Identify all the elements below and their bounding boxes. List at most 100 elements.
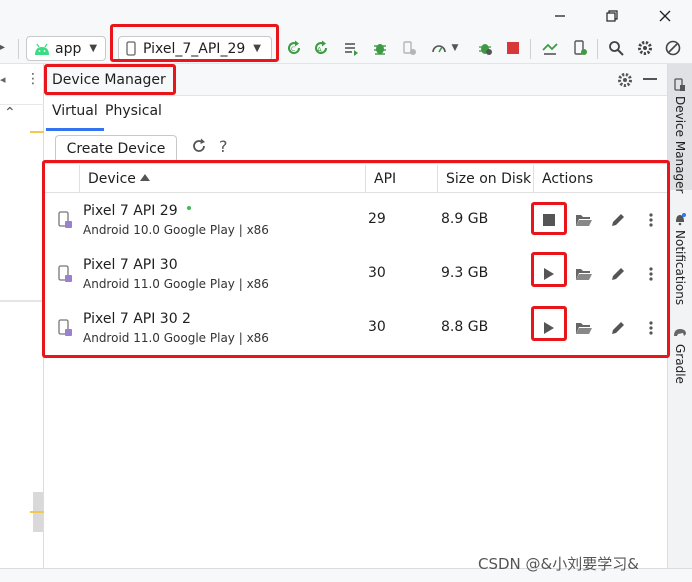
edit-device-button[interactable] [606,208,630,232]
tab-physical[interactable]: Physical [99,103,168,131]
device-type-tabs: Virtual Physical [45,97,667,131]
tool-tab-label: Device Manager [673,96,687,194]
close-window-icon[interactable] [654,6,676,26]
stop-icon[interactable] [503,38,523,58]
device-selector-label: Pixel_7_API_29 [143,40,246,57]
pencil-icon [612,268,624,280]
column-header-actions: Actions [542,171,594,187]
panel-settings-gear-icon[interactable] [615,70,635,90]
device-size: 8.9 GB [441,211,489,227]
column-divider [533,165,534,192]
column-divider [365,165,366,192]
run-list-icon[interactable] [341,38,361,58]
collapse-chevron-icon[interactable]: ◂ [0,73,12,86]
virtual-device-icon [57,319,73,337]
run-configuration-select[interactable]: app ▼ [26,36,106,61]
panel-header: Device Manager [45,64,667,96]
more-vertical-icon [649,267,653,281]
sync-project-icon[interactable] [540,38,560,58]
toolbar-separator [597,39,598,59]
svg-text:C: C [291,46,295,53]
stop-icon [543,214,555,226]
tool-tab-notifications[interactable]: Notifications [668,204,692,305]
android-studio-logo-icon[interactable] [663,38,683,58]
toolbar-separator [530,39,531,59]
tab-virtual[interactable]: Virtual [46,103,104,131]
more-actions-button[interactable] [639,262,663,286]
device-name: Pixel 7 API 29 [83,203,191,219]
table-header: Device API Size on Disk Actions [45,163,667,193]
edit-device-button[interactable] [606,316,630,340]
more-vertical-icon [649,321,653,335]
main-toolbar: ▸ app ▼ Pixel_7_API_29 ▼ C A ▼ [0,33,692,64]
more-vertical-icon [649,213,653,227]
bell-icon [676,213,686,226]
play-icon [544,268,554,280]
apply-code-changes-icon[interactable]: A [311,38,331,58]
toolbar-back-chevron-icon[interactable]: ▸ [0,39,12,55]
phone-icon [126,40,136,56]
play-icon [544,322,554,334]
profiler-icon[interactable] [429,38,449,58]
column-header-device[interactable]: Device [88,171,136,187]
show-on-disk-button[interactable] [572,208,596,232]
panel-title: Device Manager [52,72,166,88]
device-api: 29 [368,211,386,227]
show-on-disk-button[interactable] [572,262,596,286]
launch-device-button[interactable] [537,262,561,286]
gear-icon[interactable] [635,38,655,58]
restore-window-icon[interactable] [601,6,623,26]
debug-icon[interactable] [370,38,390,58]
gutter-marker [30,511,44,513]
tool-tab-label: Gradle [673,344,687,384]
minimize-window-icon[interactable] [549,6,571,26]
attach-debugger-icon[interactable] [399,38,419,58]
apply-changes-restart-icon[interactable]: C [284,38,304,58]
table-row[interactable]: Pixel 7 API 30 Android 11.0 Google Play … [45,247,667,301]
show-on-disk-button[interactable] [572,316,596,340]
gradle-elephant-icon [674,329,686,336]
device-manager-panel: Device Manager Virtual Physical Create D… [45,64,667,582]
online-status-dot [186,206,191,210]
create-device-button[interactable]: Create Device [55,135,177,161]
device-description: Android 10.0 Google Play | x86 [83,223,269,237]
pencil-icon [612,214,624,226]
hide-panel-icon[interactable] [643,78,657,80]
debug-settings-icon[interactable] [475,38,495,58]
tool-tab-gradle[interactable]: Gradle [668,322,692,392]
virtual-device-icon [57,265,73,283]
device-name-text: Pixel 7 API 29 [83,203,178,219]
table-row[interactable]: Pixel 7 API 29 Android 10.0 Google Play … [45,193,667,247]
tool-tab-device-manager[interactable]: Device Manager [668,64,692,194]
folder-icon [576,269,592,280]
device-selector[interactable]: Pixel_7_API_29 ▼ [118,36,272,61]
profiler-chevron-down-icon[interactable]: ▼ [448,38,462,58]
column-header-api[interactable]: API [374,171,396,187]
column-header-size[interactable]: Size on Disk [446,171,531,187]
edit-device-button[interactable] [606,262,630,286]
help-icon[interactable]: ? [219,137,228,156]
gutter-marker [30,131,44,133]
title-bar [0,0,692,33]
device-manager-icon[interactable] [570,38,590,58]
sort-ascending-icon[interactable] [140,174,150,181]
more-actions-button[interactable] [639,208,663,232]
table-row[interactable]: Pixel 7 API 30 2 Android 11.0 Google Pla… [45,301,667,355]
gutter-divider [0,300,44,302]
device-api: 30 [368,265,386,281]
folder-icon [576,323,592,334]
device-size: 8.8 GB [441,319,489,335]
virtual-device-icon [57,211,73,229]
refresh-icon[interactable] [191,138,211,158]
launch-device-button[interactable] [537,316,561,340]
svg-text:A: A [317,46,322,54]
more-options-icon[interactable]: ⋮ [26,71,40,87]
search-icon[interactable] [606,38,626,58]
column-divider [79,165,80,192]
chevron-up-icon[interactable]: ⌃ [4,105,16,121]
folder-icon [576,215,592,226]
stop-device-button[interactable] [537,208,561,232]
device-actions-row: Create Device ? [45,131,667,163]
device-manager-icon [674,78,685,91]
more-actions-button[interactable] [639,316,663,340]
